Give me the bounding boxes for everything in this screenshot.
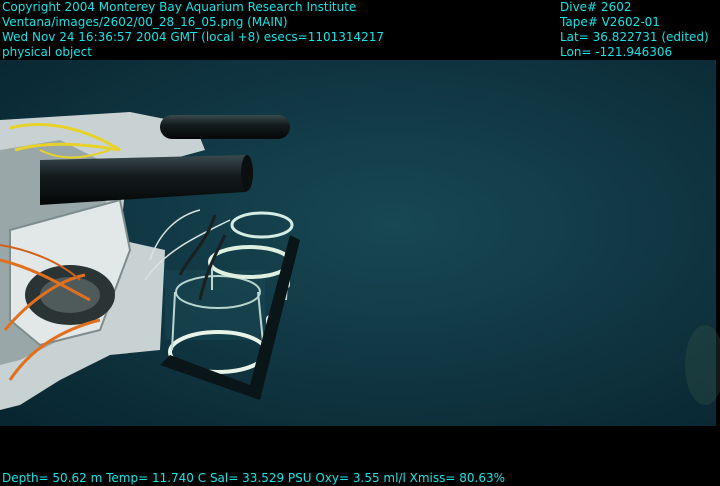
video-frame: Copyright 2004 Monterey Bay Aquarium Res…: [0, 0, 720, 486]
image-path-line: Ventana/images/2602/00_28_16_05.png (MAI…: [2, 15, 288, 29]
overlay-top-right: Dive# 2602 Tape# V2602-01 Lat= 36.822731…: [560, 0, 709, 60]
annotation-line: physical object: [2, 45, 92, 59]
sensor-readout: Depth= 50.62 m Temp= 11.740 C Sal= 33.52…: [2, 471, 506, 485]
overlay-top-left: Copyright 2004 Monterey Bay Aquarium Res…: [2, 0, 384, 60]
copyright-line: Copyright 2004 Monterey Bay Aquarium Res…: [2, 0, 357, 14]
latitude: Lat= 36.822731 (edited): [560, 30, 709, 44]
dive-number: Dive# 2602: [560, 0, 632, 14]
tape-number: Tape# V2602-01: [560, 15, 660, 29]
longitude: Lon= -121.946306: [560, 45, 673, 59]
timestamp-line: Wed Nov 24 16:36:57 2004 GMT (local +8) …: [2, 30, 385, 44]
underwater-scene: [0, 0, 720, 486]
